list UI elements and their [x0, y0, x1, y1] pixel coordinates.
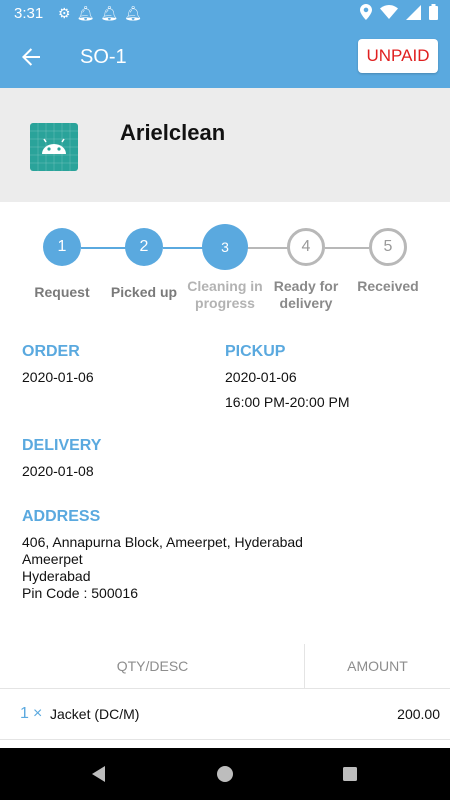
page-title: SO-1 [80, 46, 127, 68]
item-quantity: 1 [20, 705, 29, 722]
order-date: 2020-01-06 [22, 369, 94, 385]
step-4-label: Ready for delivery [273, 278, 339, 311]
pickup-label: PICKUP [225, 343, 286, 360]
step-5-label: Received [357, 278, 419, 294]
step-connector [163, 247, 205, 249]
items-table-header: QTY/DESC AMOUNT [0, 644, 450, 689]
app-bar: SO-1 UNPAID [0, 28, 450, 88]
wifi-icon [380, 5, 398, 19]
nav-home-icon[interactable] [215, 764, 235, 784]
payment-status-button[interactable]: UNPAID [358, 39, 438, 73]
step-connector [247, 247, 288, 249]
step-2-label: Picked up [110, 284, 178, 300]
delivery-date: 2020-01-08 [22, 463, 94, 479]
address-label: ADDRESS [22, 508, 101, 525]
status-time: 3:31 [14, 5, 44, 22]
battery-icon [429, 4, 438, 20]
gear-icon: ⚙ [58, 5, 77, 21]
android-icon [30, 123, 78, 171]
pickup-date: 2020-01-06 [225, 369, 297, 385]
item-description: Jacket (DC/M) [50, 706, 140, 722]
qty-desc-header: QTY/DESC [116, 658, 189, 674]
step-1-circle: 1 [43, 228, 81, 266]
location-icon [360, 4, 372, 20]
order-label: ORDER [22, 343, 80, 360]
step-2-circle: 2 [125, 228, 163, 266]
shop-name: Arielclean [120, 120, 226, 145]
signal-icon [406, 4, 421, 20]
system-icons [360, 4, 438, 20]
order-progress-stepper: 1 2 3 4 5 Request Picked up Cleaning in … [0, 222, 450, 322]
delivery-label: DELIVERY [22, 437, 102, 454]
bell-icon: 🔔︎ [76, 5, 101, 21]
notification-icons: ⚙🔔︎🔔︎🔔︎ [58, 5, 148, 22]
nav-back-icon[interactable] [89, 764, 109, 784]
bell-icon: 🔔︎ [124, 5, 148, 21]
pickup-time: 16:00 PM-20:00 PM [225, 394, 350, 410]
table-row[interactable]: 1 × Jacket (DC/M) 200.00 [0, 689, 450, 740]
step-connector [81, 247, 126, 249]
address-line: Ameerpet [22, 551, 83, 567]
back-arrow-icon[interactable] [18, 44, 44, 70]
shop-header: Arielclean [0, 88, 450, 202]
system-nav-bar [0, 748, 450, 800]
step-3-label: Cleaning in progress [187, 278, 263, 311]
status-bar: 3:31 ⚙🔔︎🔔︎🔔︎ [0, 0, 450, 28]
address-line: 406, Annapurna Block, Ameerpet, Hyderaba… [22, 534, 303, 550]
times-icon: × [33, 705, 43, 722]
bell-icon: 🔔︎ [100, 5, 125, 21]
address-block: 406, Annapurna Block, Ameerpet, Hyderaba… [22, 534, 303, 602]
amount-header: AMOUNT [347, 658, 408, 674]
nav-recents-icon[interactable] [340, 764, 360, 784]
item-amount: 200.00 [397, 706, 440, 722]
address-pincode: Pin Code : 500016 [22, 585, 138, 601]
step-1-label: Request [34, 284, 90, 300]
step-4-circle: 4 [287, 228, 325, 266]
step-connector [325, 247, 369, 249]
step-5-circle: 5 [369, 228, 407, 266]
step-3-circle: 3 [202, 224, 248, 270]
address-line: Hyderabad [22, 568, 91, 584]
